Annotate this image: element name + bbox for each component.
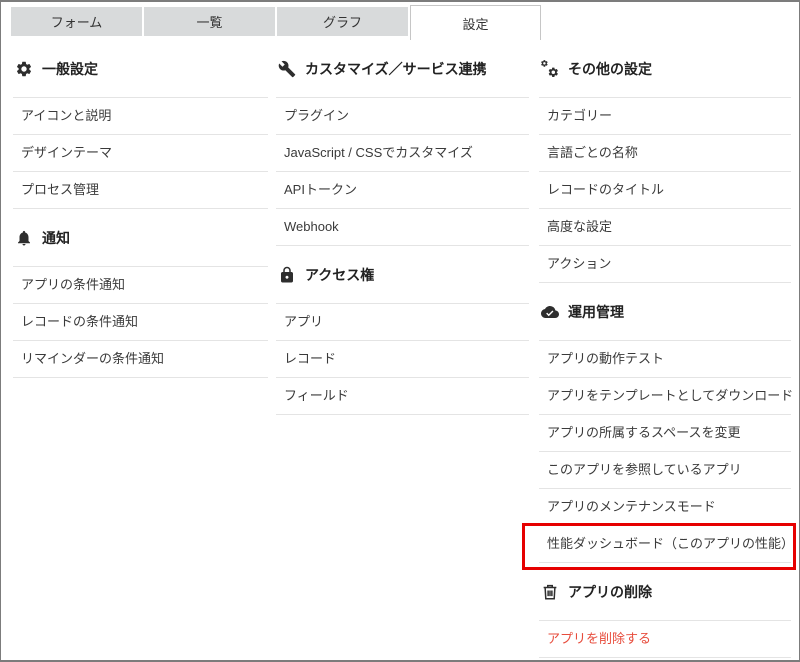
section-header: アプリの削除: [539, 563, 791, 620]
settings-link[interactable]: 性能ダッシュボード（このアプリの性能）: [539, 525, 791, 562]
tab-bar: フォーム 一覧 グラフ 設定: [1, 2, 799, 40]
tab-list[interactable]: 一覧: [144, 7, 275, 36]
settings-section: 一般設定アイコンと説明デザインテーマプロセス管理: [13, 40, 268, 209]
section-item-list: アプリの条件通知レコードの条件通知リマインダーの条件通知: [13, 266, 268, 378]
section-header: その他の設定: [539, 40, 791, 97]
settings-section: アクセス権アプリレコードフィールド: [276, 246, 529, 415]
section-header: 運用管理: [539, 283, 791, 340]
settings-link[interactable]: デザインテーマ: [13, 134, 268, 171]
cloud-check-icon: [541, 303, 559, 321]
settings-content: 一般設定アイコンと説明デザインテーマプロセス管理通知アプリの条件通知レコードの条…: [1, 40, 799, 658]
section-item-list: アプリレコードフィールド: [276, 303, 529, 415]
settings-section: 通知アプリの条件通知レコードの条件通知リマインダーの条件通知: [13, 209, 268, 378]
bell-icon: [15, 229, 33, 247]
settings-link[interactable]: アプリのメンテナンスモード: [539, 488, 791, 525]
tab-form[interactable]: フォーム: [11, 7, 142, 36]
settings-link[interactable]: プラグイン: [276, 97, 529, 134]
settings-link[interactable]: レコードの条件通知: [13, 303, 268, 340]
settings-link[interactable]: アイコンと説明: [13, 97, 268, 134]
settings-link[interactable]: アプリの動作テスト: [539, 340, 791, 377]
section-title: カスタマイズ／サービス連携: [305, 59, 487, 79]
trash-icon: [541, 583, 559, 601]
section-item-list: アイコンと説明デザインテーマプロセス管理: [13, 97, 268, 209]
settings-link[interactable]: カテゴリー: [539, 97, 791, 134]
section-header: 通知: [13, 209, 268, 266]
settings-link[interactable]: アクション: [539, 245, 791, 282]
settings-link[interactable]: アプリをテンプレートとしてダウンロード: [539, 377, 791, 414]
settings-link[interactable]: リマインダーの条件通知: [13, 340, 268, 377]
section-title: アプリの削除: [568, 582, 652, 602]
section-title: 一般設定: [42, 59, 98, 79]
lock-icon: [278, 266, 296, 284]
delete-app-link[interactable]: アプリを削除する: [539, 620, 791, 657]
settings-link[interactable]: プロセス管理: [13, 171, 268, 208]
settings-link[interactable]: フィールド: [276, 377, 529, 414]
settings-link[interactable]: アプリの所属するスペースを変更: [539, 414, 791, 451]
gears-icon: [541, 60, 559, 78]
settings-section: その他の設定カテゴリー言語ごとの名称レコードのタイトル高度な設定アクション: [539, 40, 791, 283]
settings-section: 運用管理アプリの動作テストアプリをテンプレートとしてダウンロードアプリの所属する…: [539, 283, 791, 563]
section-title: 運用管理: [568, 302, 624, 322]
tab-settings[interactable]: 設定: [410, 5, 541, 40]
section-item-list: アプリを削除する: [539, 620, 791, 658]
settings-link[interactable]: レコード: [276, 340, 529, 377]
settings-column-3: その他の設定カテゴリー言語ごとの名称レコードのタイトル高度な設定アクション運用管…: [539, 40, 791, 658]
section-title: その他の設定: [568, 59, 652, 79]
section-item-list: アプリの動作テストアプリをテンプレートとしてダウンロードアプリの所属するスペース…: [539, 340, 791, 563]
section-title: アクセス権: [305, 265, 374, 285]
section-item-list: カテゴリー言語ごとの名称レコードのタイトル高度な設定アクション: [539, 97, 791, 283]
settings-section: カスタマイズ／サービス連携プラグインJavaScript / CSSでカスタマイ…: [276, 40, 529, 246]
settings-link[interactable]: Webhook: [276, 208, 529, 245]
gear-icon: [15, 60, 33, 78]
app-settings-window: フォーム 一覧 グラフ 設定 一般設定アイコンと説明デザインテーマプロセス管理通…: [0, 0, 800, 662]
settings-link[interactable]: アプリの条件通知: [13, 266, 268, 303]
section-item-list: プラグインJavaScript / CSSでカスタマイズAPIトークンWebho…: [276, 97, 529, 246]
settings-link[interactable]: アプリ: [276, 303, 529, 340]
settings-column-1: 一般設定アイコンと説明デザインテーマプロセス管理通知アプリの条件通知レコードの条…: [13, 40, 268, 658]
section-title: 通知: [42, 228, 70, 248]
settings-section: アプリの削除アプリを削除する: [539, 563, 791, 658]
settings-link[interactable]: レコードのタイトル: [539, 171, 791, 208]
settings-link[interactable]: 言語ごとの名称: [539, 134, 791, 171]
section-header: 一般設定: [13, 40, 268, 97]
settings-link[interactable]: 高度な設定: [539, 208, 791, 245]
section-header: カスタマイズ／サービス連携: [276, 40, 529, 97]
settings-column-2: カスタマイズ／サービス連携プラグインJavaScript / CSSでカスタマイ…: [276, 40, 529, 658]
tab-graph[interactable]: グラフ: [277, 7, 408, 36]
settings-link[interactable]: このアプリを参照しているアプリ: [539, 451, 791, 488]
wrench-icon: [278, 60, 296, 78]
settings-link[interactable]: APIトークン: [276, 171, 529, 208]
settings-link[interactable]: JavaScript / CSSでカスタマイズ: [276, 134, 529, 171]
section-header: アクセス権: [276, 246, 529, 303]
